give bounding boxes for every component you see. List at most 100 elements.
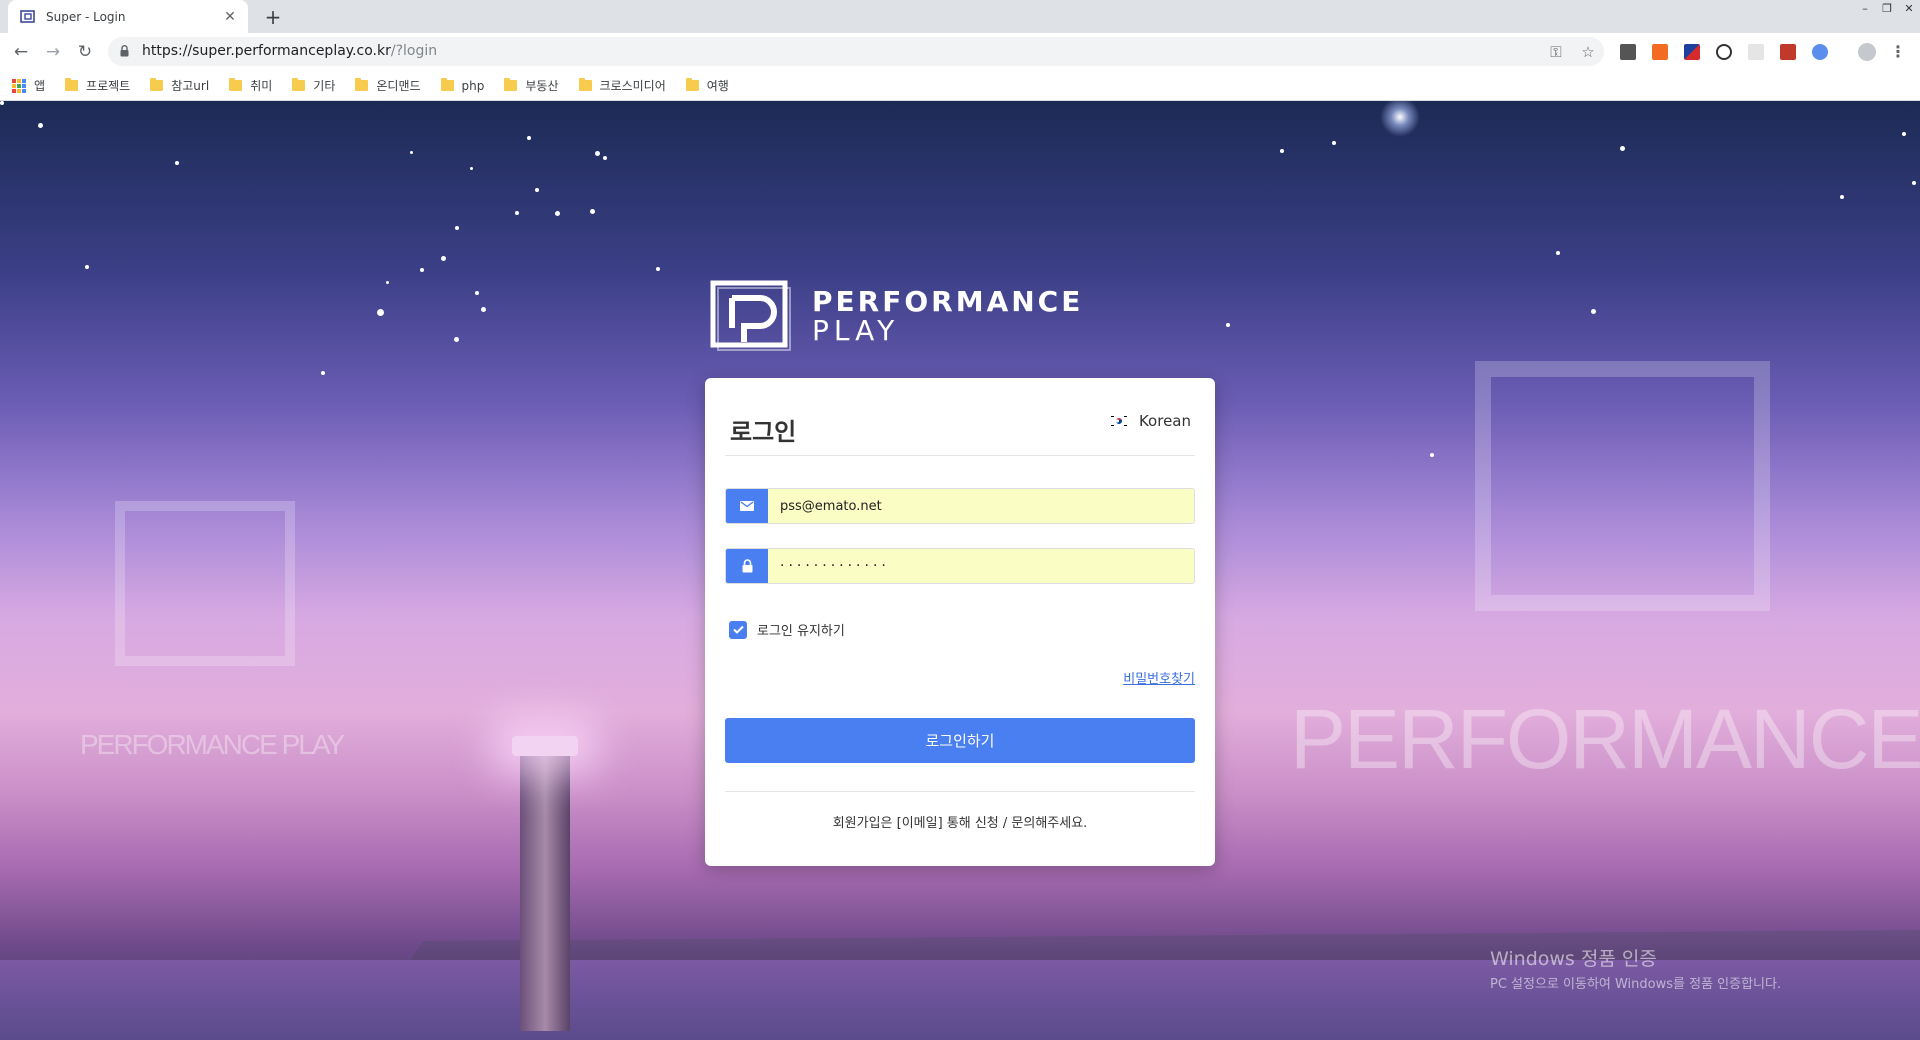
folder-icon [65, 78, 79, 91]
background-text-left: PERFORMANCE PLAY [80, 729, 345, 760]
bookmark-folder[interactable]: 온디맨드 [355, 77, 421, 94]
bookmark-folder[interactable]: 기타 [292, 77, 335, 94]
star [1430, 453, 1434, 457]
star [175, 161, 179, 165]
bookmark-folder[interactable]: 부동산 [504, 77, 559, 94]
bookmark-folder[interactable]: 취미 [229, 77, 272, 94]
korea-flag-icon [1108, 414, 1129, 428]
star [420, 268, 424, 272]
login-card: 로그인 Korean 로그인 유지하기 비밀번호찾기 로그인 [705, 378, 1215, 866]
star [1280, 149, 1284, 153]
extension-icon[interactable] [1716, 44, 1732, 60]
bright-star [1380, 101, 1420, 137]
folder-icon [292, 78, 306, 91]
performance-play-logo-icon [710, 280, 791, 351]
profile-avatar-icon[interactable] [1858, 43, 1876, 61]
star [1620, 146, 1625, 151]
star [1556, 251, 1560, 255]
folder-icon [355, 78, 369, 91]
reload-icon[interactable]: ↻ [73, 40, 97, 64]
menu-icon[interactable]: ⋮ [1890, 42, 1906, 61]
background-logo-left [115, 501, 295, 666]
brand-name: PERFORMANCE PLAY [812, 284, 1084, 347]
email-input[interactable] [768, 489, 1194, 523]
star [527, 136, 531, 140]
star [377, 309, 384, 316]
star [386, 281, 389, 284]
star [1902, 132, 1906, 136]
login-card-header: 로그인 Korean [725, 378, 1195, 456]
bookmark-folder[interactable]: 크로스미디어 [578, 77, 666, 94]
tab-close-icon[interactable]: ✕ [222, 9, 238, 25]
star [470, 167, 473, 170]
checkmark-icon [732, 625, 744, 634]
close-window-button[interactable]: ✕ [1898, 0, 1920, 18]
find-password-link[interactable]: 비밀번호찾기 [1123, 668, 1195, 687]
star [441, 256, 446, 261]
envelope-icon [726, 489, 768, 523]
back-icon[interactable]: ← [9, 40, 33, 64]
address-bar[interactable]: https://super.performanceplay.co.kr/?log… [108, 37, 1604, 66]
remember-checkbox[interactable] [729, 620, 747, 639]
tab-title: Super - Login [46, 9, 126, 24]
lock-icon [726, 549, 768, 583]
bookmark-star-icon[interactable]: ☆ [1578, 42, 1598, 62]
star [455, 226, 459, 230]
key-icon[interactable]: ⚿ [1546, 42, 1566, 62]
star [454, 337, 459, 342]
star [515, 211, 519, 215]
star [1912, 181, 1916, 185]
extension-icon[interactable] [1652, 44, 1668, 60]
folder-icon [685, 78, 699, 91]
bookmark-folder[interactable]: 프로젝트 [65, 77, 130, 94]
login-title: 로그인 [730, 418, 797, 446]
bookmark-folder[interactable]: 참고url [150, 77, 209, 94]
remember-login[interactable]: 로그인 유지하기 [729, 620, 845, 639]
url-text[interactable]: https://super.performanceplay.co.kr/?log… [142, 43, 437, 59]
star [595, 151, 600, 156]
email-field [725, 488, 1195, 524]
brand-logo: PERFORMANCE PLAY [710, 280, 1083, 352]
star [321, 371, 325, 375]
extension-icon[interactable] [1812, 44, 1828, 60]
bookmark-apps[interactable]: 앱 [12, 77, 45, 94]
extension-icon[interactable] [1780, 44, 1796, 60]
apps-grid-icon [12, 78, 26, 93]
bookmark-folder[interactable]: php [440, 78, 484, 93]
password-input[interactable] [768, 549, 1194, 583]
bookmark-folder[interactable]: 여행 [685, 77, 729, 94]
extension-icon[interactable] [1748, 44, 1764, 60]
background-logo-right [1475, 361, 1770, 611]
browser-toolbar: ← → ↻ https://super.performanceplay.co.k… [0, 33, 1920, 71]
background-text-right: PERFORMANCE [1290, 692, 1920, 786]
star [590, 209, 595, 214]
star [1840, 195, 1844, 199]
restore-button[interactable]: ❐ [1876, 0, 1898, 18]
star [656, 267, 660, 271]
star [1332, 141, 1336, 145]
forward-icon[interactable]: → [41, 40, 65, 64]
language-label: Korean [1138, 412, 1191, 430]
folder-icon [229, 78, 243, 91]
star [0, 101, 4, 105]
lock-icon [120, 45, 129, 57]
minimize-button[interactable]: – [1854, 0, 1876, 18]
extension-icon[interactable] [1684, 44, 1700, 60]
lighthouse [520, 751, 570, 1031]
browser-tab-bar: Super - Login ✕ + – ❐ ✕ [0, 0, 1920, 33]
star [603, 156, 607, 160]
signup-note: 회원가입은 [이메일] 통해 신청 / 문의해주세요. [832, 816, 1088, 831]
extension-icon[interactable] [1620, 44, 1636, 60]
language-selector[interactable]: Korean [1108, 412, 1191, 430]
star [38, 123, 43, 128]
folder-icon [150, 78, 164, 91]
star [85, 265, 89, 269]
star [410, 151, 413, 154]
login-button[interactable]: 로그인하기 [725, 718, 1195, 763]
lighthouse-lamp [512, 736, 578, 756]
new-tab-button[interactable]: + [260, 4, 286, 30]
browser-tab[interactable]: Super - Login ✕ [8, 0, 248, 33]
site-favicon-icon [20, 9, 35, 23]
star [1226, 323, 1230, 327]
password-field [725, 548, 1195, 584]
